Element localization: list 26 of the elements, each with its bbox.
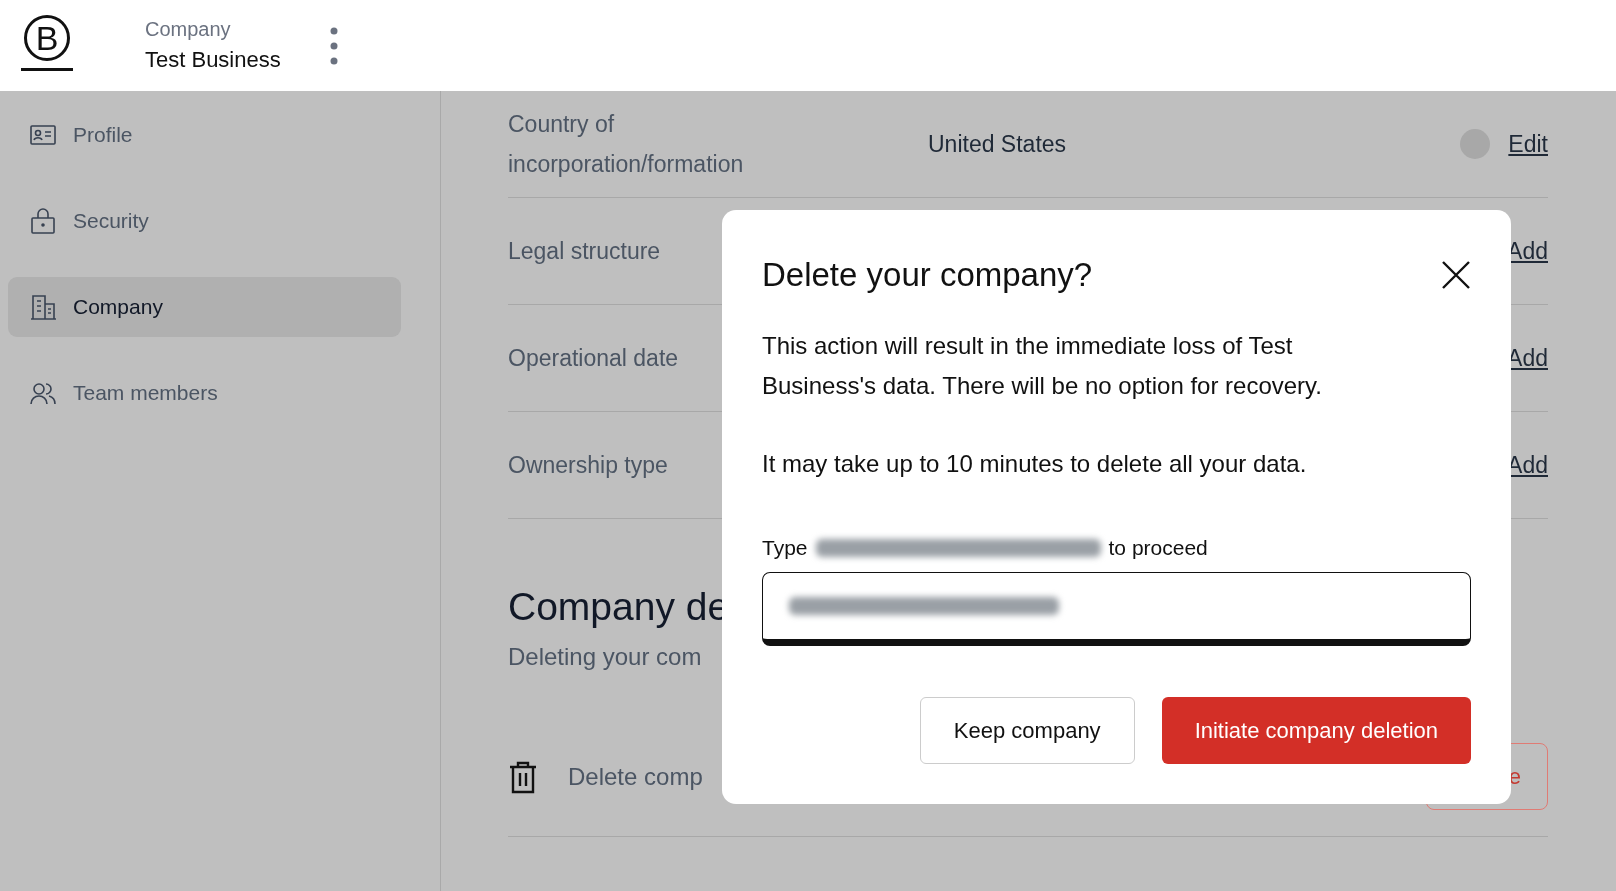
lock-icon bbox=[29, 207, 57, 235]
sidebar-item[interactable]: Profile bbox=[8, 105, 401, 165]
dialog-text: It may take up to 10 minutes to delete all your data. bbox=[762, 449, 1308, 479]
header-section: Company bbox=[145, 18, 281, 41]
delete-button[interactable]: Initiate company deletion bbox=[1161, 697, 1471, 764]
field-label: Ownership type bbox=[508, 451, 668, 480]
field-label: Legal structure bbox=[508, 237, 661, 266]
close-icon[interactable] bbox=[1441, 260, 1471, 290]
sidebar-item[interactable]: Company bbox=[8, 277, 401, 337]
dialog-title: Delete your company? bbox=[762, 256, 1093, 294]
building-icon bbox=[29, 293, 57, 321]
sidebar-item[interactable]: Security bbox=[8, 191, 401, 251]
field-value: United States bbox=[928, 130, 1068, 158]
prompt-text: Type bbox=[762, 536, 808, 560]
sidebar-item[interactable]: Team members bbox=[8, 363, 401, 423]
cancel-button[interactable]: Keep company bbox=[919, 697, 1135, 764]
action-link[interactable]: Edit bbox=[1508, 130, 1548, 158]
field-label: Operational date bbox=[508, 344, 679, 373]
prompt-text: to proceed bbox=[1108, 536, 1208, 560]
confirm-input-field[interactable] bbox=[762, 572, 1471, 646]
company-name: Test Business bbox=[145, 47, 281, 73]
trash-icon bbox=[508, 759, 538, 794]
dialog-text: This action will result in the immediate loss of Test Business's data. There will be no option for recovery. bbox=[762, 331, 1323, 401]
section-text: Deleting your com bbox=[508, 643, 702, 671]
delete-label: Delete comp bbox=[568, 762, 703, 791]
field-label: Country of incorporation/formation bbox=[508, 110, 745, 179]
